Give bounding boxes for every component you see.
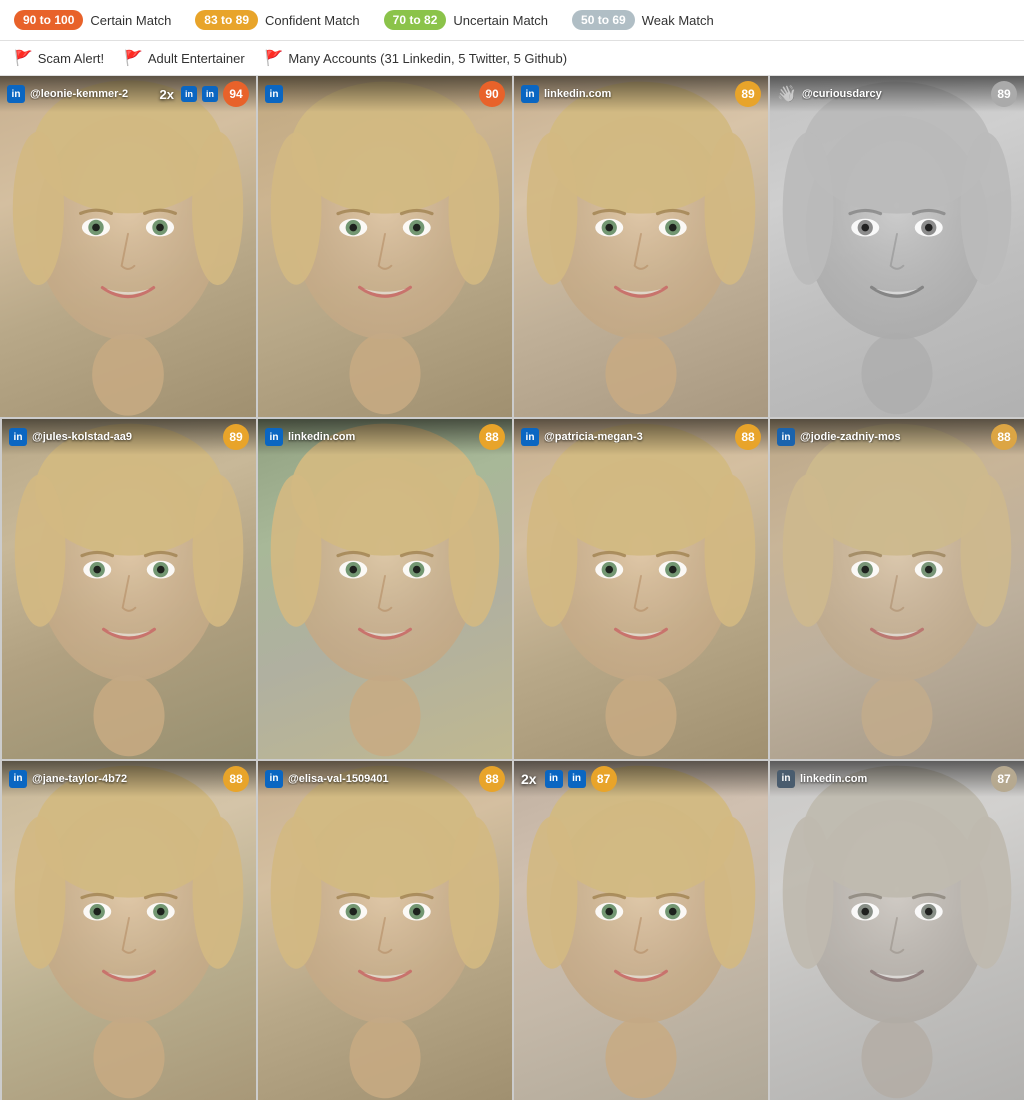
result-card-5[interactable]: in @jules-kolstad-aa9 89: [0, 417, 256, 758]
card-username-12: linkedin.com: [800, 773, 986, 785]
card-username-5: @jules-kolstad-aa9: [32, 431, 218, 443]
card-overlay-7: in @patricia-megan-3 88: [514, 419, 768, 455]
many-accounts-flag-label: Many Accounts (31 Linkedin, 5 Twitter, 5…: [288, 51, 567, 66]
card-overlay-9: in @jane-taylor-4b72 88: [2, 761, 256, 797]
platform-icon-11: in: [568, 770, 586, 788]
uncertain-label: Uncertain Match: [453, 13, 548, 28]
card-overlay-3: in linkedin.com 89: [514, 76, 768, 112]
face-image-7: [514, 419, 768, 758]
score-badge-11: 87: [591, 766, 617, 792]
result-card-11[interactable]: 2x inin 87: [512, 759, 768, 1100]
score-badge-9: 88: [223, 766, 249, 792]
legend-weak: 50 to 69 Weak Match: [572, 10, 714, 30]
result-card-7[interactable]: in @patricia-megan-3 88: [512, 417, 768, 758]
card-overlay-12: in linkedin.com 87: [770, 761, 1024, 797]
face-image-3: [514, 76, 768, 417]
card-username-3: linkedin.com: [544, 88, 730, 100]
platform-icon-8: in: [777, 428, 795, 446]
score-badge-10: 88: [479, 766, 505, 792]
card-username-7: @patricia-megan-3: [544, 431, 730, 443]
card-overlay-8: in @jodie-zadniy-mos 88: [770, 419, 1024, 455]
result-card-10[interactable]: in @elisa-val-1509401 88: [256, 759, 512, 1100]
score-badge-3: 89: [735, 81, 761, 107]
flag-scam: 🚩 Scam Alert!: [14, 49, 104, 67]
certain-badge: 90 to 100: [14, 10, 83, 30]
flags-bar: 🚩 Scam Alert! 🚩 Adult Entertainer 🚩 Many…: [0, 41, 1024, 76]
platform-icon-2: in: [265, 85, 283, 103]
score-badge-12: 87: [991, 766, 1017, 792]
legend-uncertain: 70 to 82 Uncertain Match: [384, 10, 548, 30]
flag-adult: 🚩 Adult Entertainer: [124, 49, 245, 67]
multi-label-11: 2x: [521, 771, 537, 787]
platform-icon-3: in: [521, 85, 539, 103]
platform-icon-10: in: [265, 770, 283, 788]
score-badge-6: 88: [479, 424, 505, 450]
face-image-5: [2, 419, 256, 758]
multi-label-1: 2x: [160, 87, 174, 102]
confident-label: Confident Match: [265, 13, 360, 28]
card-overlay-10: in @elisa-val-1509401 88: [258, 761, 512, 797]
adult-flag-icon: 🚩: [124, 49, 143, 67]
legend-certain: 90 to 100 Certain Match: [14, 10, 171, 30]
card-overlay-4: 👋 @curiousdarcy 89: [770, 76, 1024, 112]
score-badge-1: 94: [223, 81, 249, 107]
platform-icon-9: in: [9, 770, 27, 788]
result-card-2[interactable]: in 90: [256, 76, 512, 417]
card-username-9: @jane-taylor-4b72: [32, 773, 218, 785]
card-username-8: @jodie-zadniy-mos: [800, 431, 986, 443]
weak-label: Weak Match: [642, 13, 714, 28]
card-overlay-5: in @jules-kolstad-aa9 89: [2, 419, 256, 455]
result-card-3[interactable]: in linkedin.com 89: [512, 76, 768, 417]
face-image-10: [258, 761, 512, 1100]
platform-icon-6: in: [265, 428, 283, 446]
face-image-1: [0, 76, 256, 417]
weak-badge: 50 to 69: [572, 10, 635, 30]
score-badge-4: 89: [991, 81, 1017, 107]
many-accounts-flag-icon: 🚩: [265, 49, 284, 67]
result-card-6[interactable]: in linkedin.com 88: [256, 417, 512, 758]
result-card-12[interactable]: in linkedin.com 87: [768, 759, 1024, 1100]
wave-icon-4: 👋: [777, 84, 797, 104]
result-card-1[interactable]: in@leonie-kemmer-22xinin94: [0, 76, 256, 417]
face-image-6: [258, 419, 512, 758]
result-card-4[interactable]: 👋 @curiousdarcy 89: [768, 76, 1024, 417]
platform-icon-11: in: [545, 770, 563, 788]
legend-bar: 90 to 100 Certain Match 83 to 89 Confide…: [0, 0, 1024, 41]
platform-icon-7: in: [521, 428, 539, 446]
face-image-9: [2, 761, 256, 1100]
card-overlay-6: in linkedin.com 88: [258, 419, 512, 455]
result-card-8[interactable]: in @jodie-zadniy-mos 88: [768, 417, 1024, 758]
results-grid: in@leonie-kemmer-22xinin94: [0, 76, 1024, 1100]
extra-platform-icon-1: in: [181, 86, 197, 102]
face-image-11: [514, 761, 768, 1100]
face-image-4: [770, 76, 1024, 417]
platform-icon-12: in: [777, 770, 795, 788]
scam-flag-icon: 🚩: [14, 49, 33, 67]
extra-platform-icon-1: in: [202, 86, 218, 102]
adult-flag-label: Adult Entertainer: [148, 51, 245, 66]
legend-confident: 83 to 89 Confident Match: [195, 10, 359, 30]
card-username-10: @elisa-val-1509401: [288, 773, 474, 785]
face-image-2: [258, 76, 512, 417]
card-username-6: linkedin.com: [288, 431, 474, 443]
card-overlay-2: in 90: [258, 76, 512, 112]
certain-label: Certain Match: [90, 13, 171, 28]
card-overlay-11: 2x inin 87: [514, 761, 768, 797]
face-image-8: [770, 419, 1024, 758]
card-overlay-1: in@leonie-kemmer-22xinin94: [0, 76, 256, 112]
face-image-12: [770, 761, 1024, 1100]
uncertain-badge: 70 to 82: [384, 10, 447, 30]
confident-badge: 83 to 89: [195, 10, 258, 30]
score-badge-5: 89: [223, 424, 249, 450]
scam-flag-label: Scam Alert!: [38, 51, 104, 66]
card-username-1: @leonie-kemmer-2: [30, 88, 153, 100]
score-badge-2: 90: [479, 81, 505, 107]
platform-icon-5: in: [9, 428, 27, 446]
result-card-9[interactable]: in @jane-taylor-4b72 88: [0, 759, 256, 1100]
card-username-4: @curiousdarcy: [802, 88, 986, 100]
platform-icon-1: in: [7, 85, 25, 103]
flag-many-accounts: 🚩 Many Accounts (31 Linkedin, 5 Twitter,…: [265, 49, 567, 67]
score-badge-7: 88: [735, 424, 761, 450]
score-badge-8: 88: [991, 424, 1017, 450]
